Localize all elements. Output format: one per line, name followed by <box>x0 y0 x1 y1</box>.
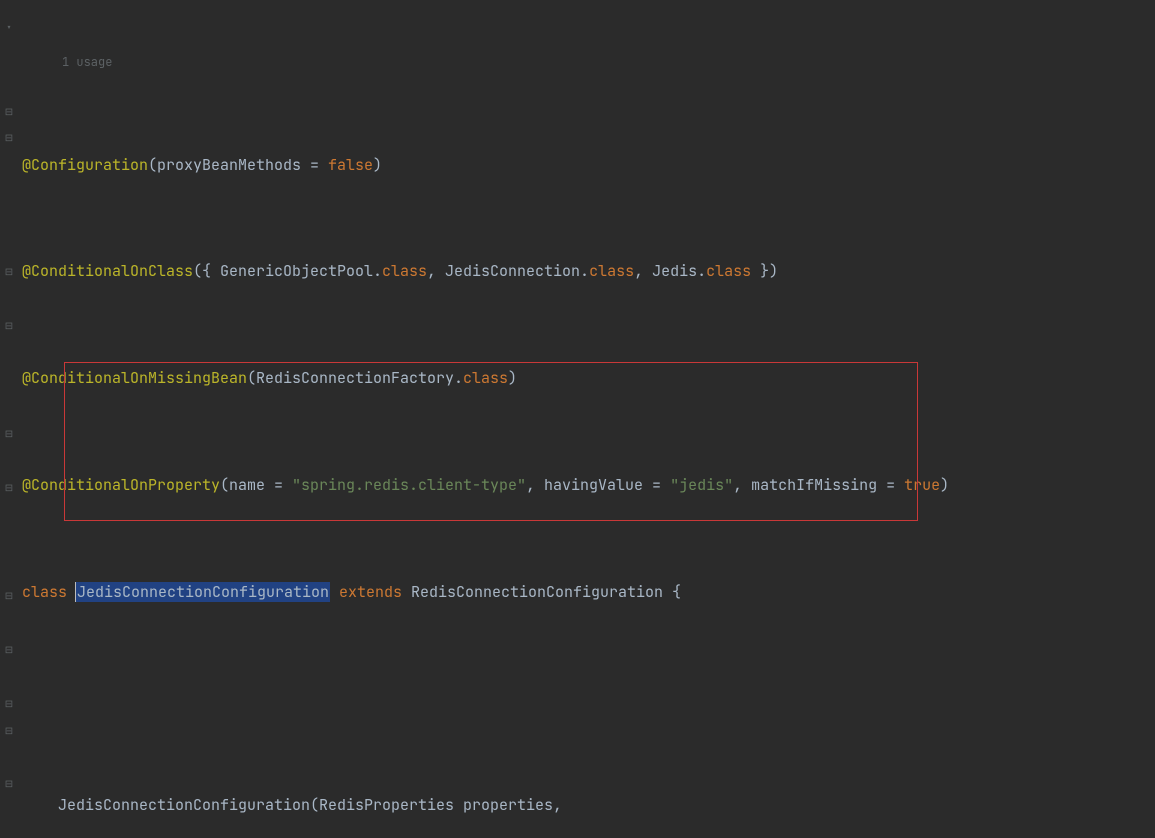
fold-icon[interactable]: ⊟ <box>3 590 15 602</box>
fold-icon[interactable]: ▾ <box>3 22 15 34</box>
fold-icon[interactable]: ⊟ <box>3 725 15 737</box>
fold-icon[interactable]: ⊟ <box>3 428 15 440</box>
code-line[interactable]: @ConditionalOnMissingBean(RedisConnectio… <box>22 365 1155 392</box>
code-line[interactable]: class JedisConnectionConfiguration exten… <box>22 579 1155 606</box>
code-line[interactable]: @ConditionalOnClass({ GenericObjectPool.… <box>22 258 1155 285</box>
code-area[interactable]: 1 usage @Configuration(proxyBeanMethods … <box>20 0 1155 838</box>
class-name-highlight: JedisConnectionConfiguration <box>76 582 330 602</box>
fold-icon[interactable]: ⊟ <box>3 132 15 144</box>
code-line[interactable]: @ConditionalOnProperty(name = "spring.re… <box>22 472 1155 499</box>
fold-icon[interactable]: ⊟ <box>3 698 15 710</box>
fold-icon[interactable]: ⊟ <box>3 106 15 118</box>
fold-icon[interactable]: ⊟ <box>3 320 15 332</box>
usage-hint[interactable]: 1 usage <box>22 53 1155 71</box>
blank-line <box>22 686 1155 713</box>
fold-icon[interactable]: ⊟ <box>3 778 15 790</box>
editor-root: ▾ ⊟ ⊟ ⊟ ⊟ ⊟ ⊟ ⊟ ⊟ ⊟ ⊟ ⊟ 1 usage @Configu… <box>0 0 1155 838</box>
code-line[interactable]: JedisConnectionConfiguration(RedisProper… <box>22 792 1155 819</box>
fold-icon[interactable]: ⊟ <box>3 482 15 494</box>
fold-icon[interactable]: ⊟ <box>3 644 15 656</box>
gutter: ▾ ⊟ ⊟ ⊟ ⊟ ⊟ ⊟ ⊟ ⊟ ⊟ ⊟ ⊟ <box>0 0 20 838</box>
code-line[interactable]: @Configuration(proxyBeanMethods = false) <box>22 152 1155 179</box>
fold-icon[interactable]: ⊟ <box>3 266 15 278</box>
